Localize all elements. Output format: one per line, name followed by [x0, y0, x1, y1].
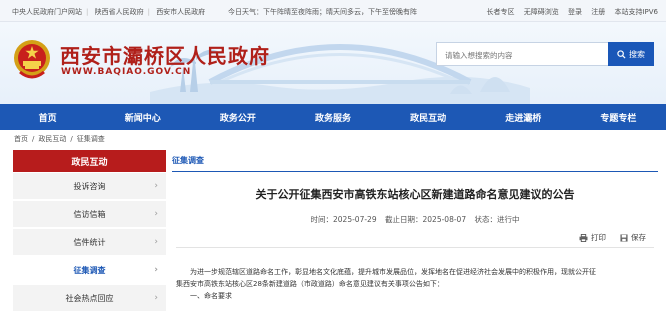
national-emblem-icon — [14, 40, 50, 79]
article-title: 关于公开征集西安市高铁东站核心区新建道路命名意见建议的公告 — [255, 188, 575, 201]
section-tab[interactable]: 征集调查 — [172, 155, 204, 166]
breadcrumb-separator: / — [70, 135, 73, 143]
search-button[interactable]: 搜索 — [608, 42, 654, 66]
section-tab-bar: 征集调查 — [172, 150, 658, 172]
login-link[interactable]: 登录 — [568, 8, 582, 16]
search-button-label: 搜索 — [629, 49, 645, 59]
print-button[interactable]: 打印 — [579, 232, 606, 243]
weather-text: 今日天气：下午阵晴至夜阵雨；晴天间多云，下午至傍晚有阵 — [228, 8, 417, 16]
save-button[interactable]: 保存 — [620, 232, 646, 243]
sidebar-item-surveys[interactable]: 征集调查 › — [13, 257, 166, 284]
breadcrumb-interaction[interactable]: 政民互动 — [38, 134, 66, 144]
chevron-right-icon: › — [154, 181, 158, 191]
sidebar-item-label: 信访信箱 — [73, 209, 106, 219]
nav-about-baqiao[interactable]: 走进灞桥 — [476, 104, 571, 130]
sidebar-item-label: 社会热点回应 — [65, 293, 114, 303]
article-body: 为进一步规范辖区道路命名工作，彰显地名文化底蕴，提升城市发展品位，发挥地名在促进… — [176, 266, 656, 302]
sidebar-item-hot-topics[interactable]: 社会热点回应 › — [13, 285, 166, 312]
nav-topics[interactable]: 专题专栏 — [571, 104, 666, 130]
article-meta: 时间：2025-07-29 截止日期：2025-08-07 状态：进行中 — [172, 214, 658, 225]
section-heading: 一、命名要求 — [190, 292, 232, 300]
elder-zone-link[interactable]: 长者专区 — [487, 8, 515, 16]
chevron-right-icon: › — [154, 209, 158, 219]
publish-time: 时间：2025-07-29 — [310, 215, 377, 224]
nav-news[interactable]: 新闻中心 — [95, 104, 190, 130]
paragraph: 为进一步规范辖区道路命名工作，彰显地名文化底蕴，提升城市发展品位，发挥地名在促进… — [190, 268, 596, 276]
sidebar-item-mailbox[interactable]: 信访信箱 › — [13, 201, 166, 228]
breadcrumb-current[interactable]: 征集调查 — [77, 134, 105, 144]
link-shaanxi-gov[interactable]: 陕西省人民政府 — [95, 8, 144, 16]
breadcrumb: 首页 / 政民互动 / 征集调查 — [14, 134, 105, 144]
ipv6-label: 本站支持IPV6 — [614, 8, 658, 16]
sidebar-item-label: 信件统计 — [73, 237, 106, 247]
main-nav: 首页 新闻中心 政务公开 政务服务 政民互动 走进灞桥 专题专栏 — [0, 104, 666, 130]
deadline: 截止日期：2025-08-07 — [385, 215, 467, 224]
sidebar-item-label: 投诉咨询 — [73, 181, 106, 191]
sidebar-item-letter-stats[interactable]: 信件统计 › — [13, 229, 166, 256]
sidebar-item-label: 征集调查 — [73, 265, 106, 275]
site-title: 西安市灞桥区人民政府 — [60, 44, 270, 68]
sidebar-title: 政民互动 — [13, 150, 166, 172]
save-label: 保存 — [631, 233, 646, 242]
chevron-right-icon: › — [154, 293, 158, 303]
search-box — [436, 42, 622, 67]
top-links: 中央人民政府门户网站 | 陕西省人民政府 | 西安市人民政府 — [12, 7, 209, 17]
link-central-gov[interactable]: 中央人民政府门户网站 — [12, 8, 82, 16]
chevron-right-icon: › — [154, 265, 158, 275]
top-right-links: 长者专区 无障碍浏览 登录 注册 本站支持IPV6 — [480, 7, 658, 17]
nav-home[interactable]: 首页 — [0, 104, 95, 130]
search-icon — [617, 49, 626, 59]
breadcrumb-separator: / — [32, 135, 35, 143]
link-xian-gov[interactable]: 西安市人民政府 — [156, 8, 205, 16]
nav-interaction[interactable]: 政民互动 — [381, 104, 476, 130]
article-panel: 征集调查 关于公开征集西安市高铁东站核心区新建道路命名意见建议的公告 时间：20… — [172, 150, 658, 306]
nav-gov-services[interactable]: 政务服务 — [285, 104, 380, 130]
paragraph: 集西安市高铁东站核心区28条新建道路（市政道路）命名意见建议有关事项公告如下： — [176, 280, 444, 288]
nav-gov-affairs[interactable]: 政务公开 — [190, 104, 285, 130]
register-link[interactable]: 注册 — [591, 8, 605, 16]
printer-icon — [579, 233, 588, 242]
search-input[interactable] — [437, 44, 621, 67]
print-label: 打印 — [591, 233, 606, 242]
accessibility-link[interactable]: 无障碍浏览 — [524, 8, 559, 16]
top-utility-bar: 中央人民政府门户网站 | 陕西省人民政府 | 西安市人民政府 今日天气：下午阵晴至夜… — [0, 0, 666, 22]
chevron-right-icon: › — [154, 237, 158, 247]
divider: | — [86, 8, 89, 16]
status: 状态：进行中 — [474, 215, 520, 224]
divider — [176, 247, 654, 248]
sidebar-item-complaints[interactable]: 投诉咨询 › — [13, 173, 166, 200]
sidebar: 政民互动 投诉咨询 › 信访信箱 › 信件统计 › 征集调查 › 社会热点回应 › — [13, 150, 166, 312]
site-url: WWW.BAQIAO.GOV.CN — [61, 67, 192, 77]
save-icon — [620, 233, 628, 242]
breadcrumb-home[interactable]: 首页 — [14, 134, 28, 144]
divider: | — [147, 8, 150, 16]
site-header: 西安市灞桥区人民政府 WWW.BAQIAO.GOV.CN 搜索 — [0, 22, 666, 104]
article-tools: 打印 保存 — [579, 232, 646, 243]
